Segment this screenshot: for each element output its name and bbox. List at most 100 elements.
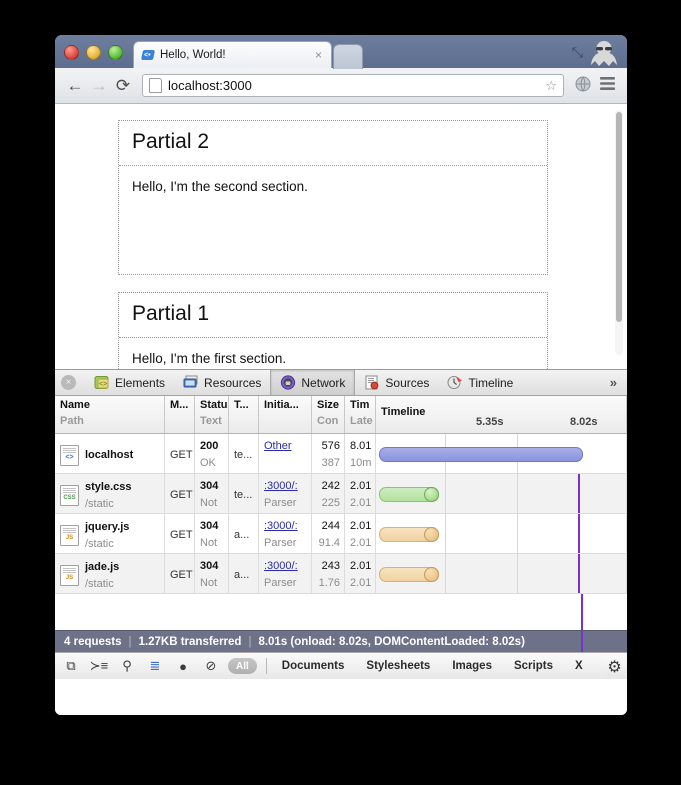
status-separator: | (248, 635, 252, 648)
network-empty-area (55, 594, 627, 630)
tab-sources[interactable]: Sources (355, 370, 438, 395)
js-file-icon: JS (60, 565, 79, 586)
network-icon (280, 375, 296, 390)
column-header-time[interactable]: Tim Late (345, 396, 376, 433)
navigation-toolbar: ← → ⟳ localhost:3000 ☆ (55, 68, 627, 104)
new-tab-button[interactable] (333, 44, 363, 69)
forward-button[interactable]: → (87, 76, 111, 96)
menu-button[interactable] (595, 77, 619, 94)
column-header-timeline[interactable]: Timeline 5.35s 8.02s (376, 396, 627, 433)
fullscreen-icon[interactable]: ⤡ (572, 44, 583, 61)
console-prompt-icon[interactable]: ≻≡ (85, 654, 113, 679)
request-timeline-cell (376, 514, 627, 553)
overflow-menu-button[interactable]: » (610, 375, 617, 390)
timeline-tick: 8.02s (570, 416, 598, 429)
close-devtools-button[interactable]: × (61, 375, 76, 390)
request-size: 244 91.4 (312, 514, 345, 553)
request-path: /static (85, 577, 114, 590)
reload-button[interactable]: ⟳ (111, 76, 135, 96)
elements-icon: <> (94, 375, 110, 390)
request-method: GET (165, 434, 195, 473)
request-name-cell[interactable]: JS jade.js/static (55, 554, 165, 593)
globe-icon[interactable] (571, 76, 595, 96)
transferred-size: 1.27KB transferred (138, 635, 242, 648)
request-count: 4 requests (64, 635, 122, 648)
request-initiator[interactable]: :3000/: Parser (259, 554, 312, 593)
request-path: /static (85, 537, 114, 550)
js-file-icon: JS (60, 525, 79, 546)
card-heading: Partial 1 (132, 302, 210, 325)
maximize-window-button[interactable] (108, 45, 123, 60)
timeline-bar (379, 487, 439, 502)
domcontentloaded-marker (581, 631, 583, 652)
request-name-cell[interactable]: <> localhost (55, 434, 165, 473)
devtools-tabbar: × <> Elements Resources Network Sources … (55, 370, 627, 396)
svg-text:<>: <> (99, 381, 107, 388)
column-header-name[interactable]: Name Path (55, 396, 165, 433)
filter-stylesheets-button[interactable]: Stylesheets (355, 660, 441, 672)
request-initiator[interactable]: :3000/: Parser (259, 474, 312, 513)
tab-elements[interactable]: <> Elements (85, 370, 174, 395)
card-text: Hello, I'm the first section. (132, 351, 287, 366)
filter-xhr-button[interactable]: X (564, 660, 594, 672)
browser-titlebar: <• Hello, World! × ⤡ (55, 35, 627, 69)
request-initiator[interactable]: :3000/: Parser (259, 514, 312, 553)
browser-window: <• Hello, World! × ⤡ ← → ⟳ localhost:300… (55, 35, 627, 715)
page-scrollbar[interactable] (615, 110, 623, 355)
dock-toggle-icon[interactable]: ⧉ (57, 654, 85, 679)
tab-label: Resources (204, 375, 262, 390)
request-name-cell[interactable]: CSS style.css/static (55, 474, 165, 513)
address-bar[interactable]: localhost:3000 ☆ (142, 74, 564, 97)
table-row[interactable]: JS jquery.js/static GET 304 Not a...:3000/: Pa… (55, 514, 627, 554)
clear-icon[interactable]: ⊘ (197, 654, 225, 679)
request-timeline-cell (376, 474, 627, 513)
request-time: 2.01 2.01 (345, 474, 376, 513)
request-type: te... (229, 434, 259, 473)
request-time: 2.01 2.01 (345, 514, 376, 553)
column-header-status[interactable]: Statu Text (195, 396, 229, 433)
card-text: Hello, I'm the second section. (132, 179, 308, 194)
tab-timeline[interactable]: Timeline (438, 370, 522, 395)
minimize-window-button[interactable] (86, 45, 101, 60)
column-header-initiator[interactable]: Initia... (259, 396, 312, 433)
browser-tab[interactable]: <• Hello, World! × (133, 41, 332, 68)
settings-gear-icon[interactable]: ⚙ (604, 656, 625, 677)
timeline-bar (379, 447, 583, 462)
table-row[interactable]: JS jade.js/static GET 304 Not a...:3000/: Pars… (55, 554, 627, 594)
request-initiator[interactable]: Other (259, 434, 312, 473)
tab-network[interactable]: Network (270, 370, 356, 395)
request-status: 200 OK (195, 434, 229, 473)
network-request-list: <> localhost GET 200 OK te... Other 576 387 8.01 1… (55, 434, 627, 594)
back-button[interactable]: ← (63, 76, 87, 96)
search-icon[interactable]: ⚲ (113, 654, 141, 679)
domcontentloaded-marker (578, 514, 580, 553)
filter-images-button[interactable]: Images (441, 660, 503, 672)
request-method: GET (165, 474, 195, 513)
column-header-method[interactable]: M... (165, 396, 195, 433)
close-tab-button[interactable]: × (313, 48, 324, 62)
request-status: 304 Not (195, 514, 229, 553)
table-row[interactable]: <> localhost GET 200 OK te... Other 576 387 8.01 1… (55, 434, 627, 474)
request-method: GET (165, 514, 195, 553)
record-icon[interactable]: ● (169, 654, 197, 679)
bookmark-star-icon[interactable]: ☆ (545, 78, 557, 94)
filter-scripts-button[interactable]: Scripts (503, 660, 564, 672)
column-header-size[interactable]: Size Con (312, 396, 345, 433)
column-header-type[interactable]: T... (229, 396, 259, 433)
tab-resources[interactable]: Resources (174, 370, 270, 395)
list-view-icon[interactable]: ≣ (141, 654, 169, 679)
request-name: style.css (85, 481, 132, 493)
table-row[interactable]: CSS style.css/static GET 304 Not te...:3000/:… (55, 474, 627, 514)
close-window-button[interactable] (64, 45, 79, 60)
request-time: 2.01 2.01 (345, 554, 376, 593)
tab-label: Network (301, 375, 346, 390)
request-size: 576 387 (312, 434, 345, 473)
toolbar-divider (265, 658, 267, 674)
filter-all-button[interactable]: All (228, 658, 257, 674)
page-viewport: Partial 2 Hello, I'm the second section.… (55, 104, 627, 370)
request-type: a... (229, 514, 259, 553)
request-name-cell[interactable]: JS jquery.js/static (55, 514, 165, 553)
network-status-bar: 4 requests | 1.27KB transferred | 8.01s … (55, 630, 627, 652)
filter-documents-button[interactable]: Documents (271, 660, 356, 672)
tab-title: Hello, World! (160, 49, 226, 61)
